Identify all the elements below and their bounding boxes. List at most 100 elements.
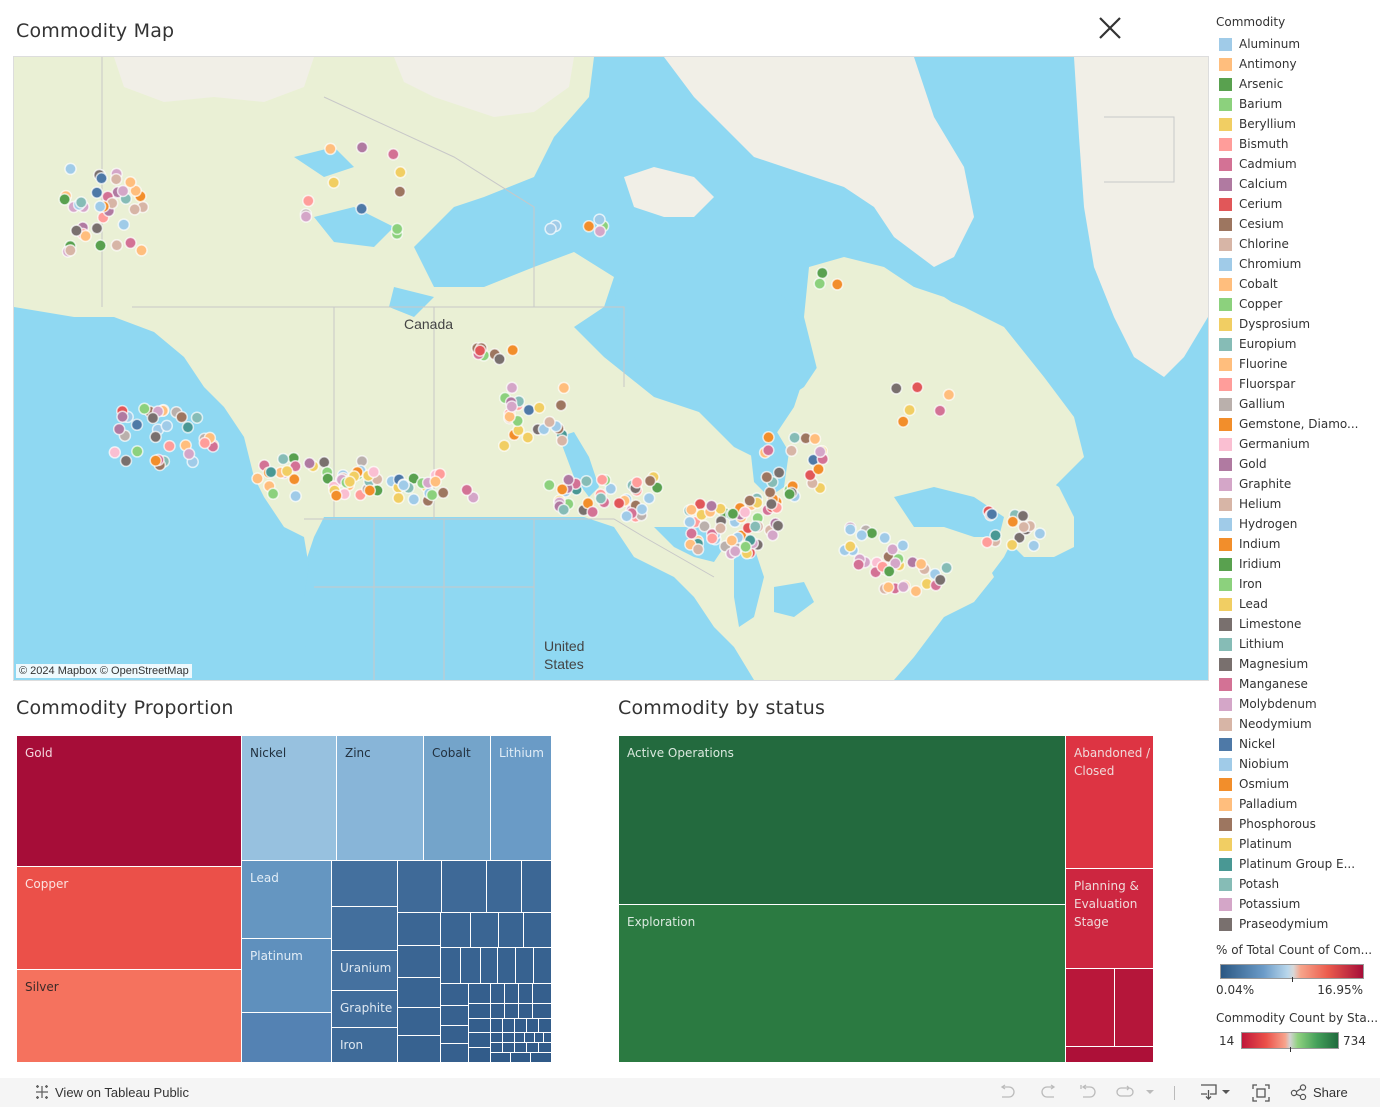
- treemap-cell[interactable]: [516, 948, 534, 984]
- mine-marker[interactable]: [93, 200, 107, 213]
- mine-marker[interactable]: [788, 431, 801, 444]
- legend-item[interactable]: Palladium: [1216, 794, 1380, 814]
- mine-marker[interactable]: [70, 224, 83, 237]
- treemap-cell[interactable]: [539, 1019, 552, 1033]
- mine-marker[interactable]: [989, 529, 1002, 542]
- mine-marker[interactable]: [593, 224, 607, 238]
- legend-item[interactable]: Lithium: [1216, 634, 1380, 654]
- treemap-cell[interactable]: [398, 1008, 441, 1036]
- treemap-cell[interactable]: Platinum: [242, 939, 332, 1013]
- treemap-cell[interactable]: Graphite: [332, 991, 398, 1028]
- legend-item[interactable]: Fluorine: [1216, 354, 1380, 374]
- mine-marker[interactable]: [94, 239, 107, 252]
- commodity-status-treemap[interactable]: Active Operations Exploration Abandoned / C…: [619, 736, 1154, 1063]
- legend-item[interactable]: Copper: [1216, 294, 1380, 314]
- treemap-cell[interactable]: Nickel: [242, 736, 337, 861]
- mine-marker[interactable]: [355, 141, 369, 154]
- legend-item[interactable]: Dysprosium: [1216, 314, 1380, 334]
- mine-marker[interactable]: [555, 434, 569, 447]
- revert-button[interactable]: [1079, 1084, 1097, 1100]
- treemap-cell[interactable]: [533, 1004, 552, 1019]
- legend-item[interactable]: Molybdenum: [1216, 694, 1380, 714]
- mine-marker[interactable]: [934, 573, 947, 587]
- redo-button[interactable]: [1040, 1084, 1058, 1100]
- treemap-cell[interactable]: [469, 1048, 491, 1063]
- treemap-cell[interactable]: Gold: [17, 736, 242, 867]
- mine-marker[interactable]: [897, 580, 910, 594]
- mine-marker[interactable]: [896, 415, 910, 428]
- treemap-cell[interactable]: [525, 1033, 535, 1043]
- treemap-cell[interactable]: [441, 1044, 469, 1063]
- refresh-dropdown[interactable]: [1145, 1084, 1155, 1100]
- map-attribution[interactable]: © 2024 Mapbox © OpenStreetMap: [16, 664, 192, 678]
- status-cell[interactable]: Active Operations: [619, 736, 1066, 905]
- mine-marker[interactable]: [642, 491, 656, 505]
- legend-item[interactable]: Bismuth: [1216, 134, 1380, 154]
- treemap-cell[interactable]: [527, 1019, 539, 1033]
- treemap-cell[interactable]: [332, 861, 398, 907]
- treemap-cell[interactable]: [398, 861, 442, 913]
- mine-marker[interactable]: [903, 403, 916, 417]
- mine-marker[interactable]: [909, 584, 923, 598]
- mine-marker[interactable]: [182, 447, 196, 461]
- mine-marker[interactable]: [276, 452, 290, 466]
- commodity-proportion-treemap[interactable]: Gold Copper Silver Nickel Zinc Cobalt Lithium L…: [17, 736, 552, 1063]
- mine-marker[interactable]: [816, 266, 829, 280]
- treemap-cell[interactable]: [441, 1026, 469, 1044]
- legend-item[interactable]: Cadmium: [1216, 154, 1380, 174]
- legend-item[interactable]: Cesium: [1216, 214, 1380, 234]
- mine-marker[interactable]: [635, 503, 649, 516]
- mine-marker[interactable]: [317, 456, 331, 469]
- mine-marker[interactable]: [109, 172, 123, 186]
- mine-marker[interactable]: [911, 381, 924, 394]
- mine-marker[interactable]: [190, 411, 204, 424]
- mine-marker[interactable]: [131, 445, 144, 458]
- legend-item[interactable]: Gold: [1216, 454, 1380, 474]
- treemap-cell[interactable]: [533, 984, 552, 1004]
- mine-marker[interactable]: [844, 523, 857, 536]
- mine-marker[interactable]: [882, 565, 896, 578]
- legend-item[interactable]: Chlorine: [1216, 234, 1380, 254]
- mine-marker[interactable]: [760, 470, 774, 484]
- legend-item[interactable]: Helium: [1216, 494, 1380, 514]
- mine-marker[interactable]: [855, 528, 868, 542]
- legend-item[interactable]: Beryllium: [1216, 114, 1380, 134]
- mine-marker[interactable]: [505, 400, 519, 413]
- mine-marker[interactable]: [64, 162, 77, 176]
- treemap-cell[interactable]: [242, 1013, 332, 1063]
- legend-item[interactable]: Platinum Group E...: [1216, 854, 1380, 874]
- treemap-cell[interactable]: [398, 978, 441, 1008]
- mine-marker[interactable]: [683, 515, 696, 529]
- mine-marker[interactable]: [1006, 515, 1020, 529]
- treemap-cell[interactable]: [515, 1033, 525, 1043]
- treemap-cell[interactable]: [398, 946, 441, 978]
- mine-marker[interactable]: [685, 503, 698, 517]
- legend-item[interactable]: Platinum: [1216, 834, 1380, 854]
- legend-item[interactable]: Niobium: [1216, 754, 1380, 774]
- mine-marker[interactable]: [812, 462, 825, 476]
- treemap-cell[interactable]: Iron: [332, 1028, 398, 1063]
- mine-marker[interactable]: [324, 142, 337, 156]
- mine-marker[interactable]: [251, 472, 264, 485]
- treemap-cell[interactable]: [503, 1019, 515, 1033]
- treemap-cell[interactable]: [469, 1033, 491, 1048]
- close-button[interactable]: [1096, 14, 1124, 42]
- mine-marker[interactable]: [181, 421, 195, 434]
- treemap-cell[interactable]: [398, 913, 441, 946]
- mine-marker[interactable]: [914, 557, 928, 571]
- mine-marker[interactable]: [506, 343, 519, 357]
- mine-marker[interactable]: [64, 244, 77, 257]
- mine-marker[interactable]: [852, 558, 865, 571]
- mine-marker[interactable]: [116, 410, 129, 424]
- treemap-cell[interactable]: [441, 913, 471, 948]
- treemap-cell[interactable]: [499, 913, 524, 948]
- mine-marker[interactable]: [543, 415, 556, 429]
- mine-marker[interactable]: [110, 239, 124, 252]
- mine-marker[interactable]: [493, 352, 506, 366]
- mine-marker[interactable]: [831, 278, 844, 291]
- mine-marker[interactable]: [149, 430, 162, 444]
- treemap-cell[interactable]: [505, 984, 519, 1004]
- legend-item[interactable]: Antimony: [1216, 54, 1380, 74]
- mine-marker[interactable]: [392, 491, 405, 505]
- status-cell[interactable]: Exploration: [619, 905, 1066, 1063]
